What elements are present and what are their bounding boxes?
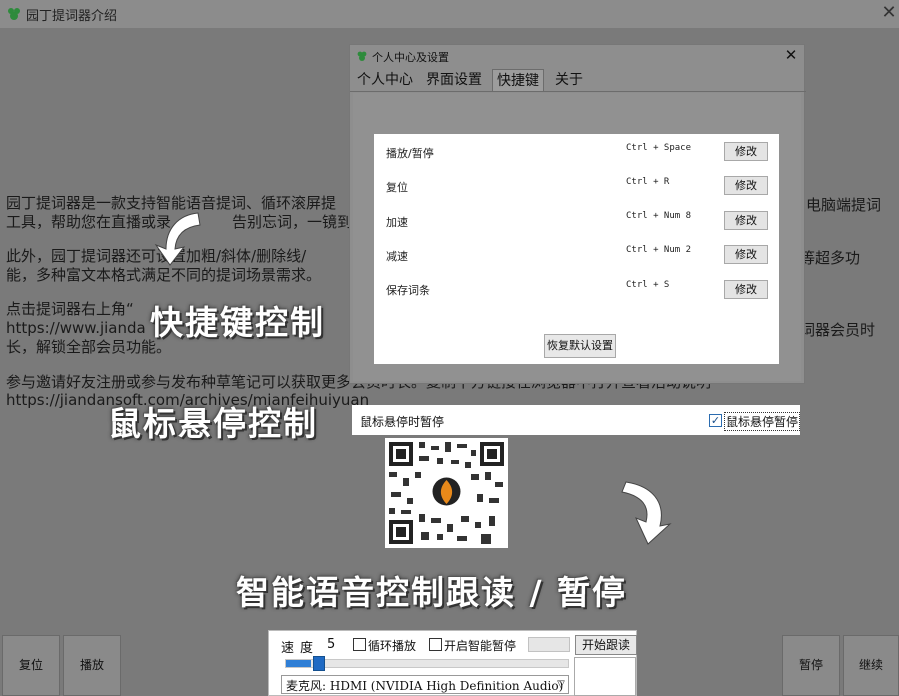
start-follow-button[interactable]: 开始跟读 (575, 635, 637, 655)
speed-slider[interactable] (285, 656, 569, 671)
close-icon[interactable]: ✕ (880, 2, 898, 24)
microphone-select[interactable]: 麦克风: HDMI (NVIDIA High Definition Audio)… (281, 675, 569, 694)
curved-arrow-icon (621, 481, 672, 545)
side-panel (574, 657, 636, 696)
intro-line: 能，多种富文本格式满足不同的提词场景需求。 (6, 266, 322, 284)
smart-pause-checkbox[interactable] (429, 638, 442, 651)
speed-slider-thumb[interactable] (313, 656, 325, 671)
shortcut-key: Ctrl + R (626, 177, 670, 187)
qr-code-image (389, 442, 504, 544)
intro-line: 词器会员时 (800, 321, 876, 339)
close-icon[interactable]: ✕ (782, 46, 800, 64)
shortcut-label: 减速 (386, 250, 408, 263)
control-panel: 速度 5 循环播放 开启智能暂停 开始跟读 麦克风: HDMI (NVIDIA … (268, 630, 637, 696)
microphone-label: 麦克风: HDMI (NVIDIA High Definition Audio) (286, 679, 564, 693)
intro-line: https://www.jianda (6, 319, 146, 337)
main-title-bar (0, 0, 899, 28)
intro-line: 告别忘词，一镜到底 (232, 213, 368, 231)
shortcut-key: Ctrl + Num 8 (626, 211, 692, 221)
caption-voice-control: 智能语音控制跟读 / 暂停 (236, 573, 628, 612)
modify-button[interactable]: 修改 (724, 280, 768, 299)
speed-label: 速度 (281, 641, 320, 656)
leaf-icon (8, 8, 20, 20)
leaf-icon (357, 51, 367, 61)
modify-button[interactable]: 修改 (724, 211, 768, 230)
caption-hover-control: 鼠标悬停控制 (108, 404, 318, 443)
tab-ui-settings[interactable]: 界面设置 (422, 69, 486, 91)
hover-pause-checkbox-label[interactable]: 鼠标悬停暂停 (723, 412, 801, 431)
hover-pause-row: 鼠标悬停时暂停 ✓ 鼠标悬停暂停 (352, 405, 801, 435)
speed-slider-fill (286, 660, 311, 667)
shortcut-key: Ctrl + S (626, 280, 670, 290)
reset-button[interactable]: 复位 (2, 635, 60, 696)
restore-defaults-button[interactable]: 恢复默认设置 (544, 334, 616, 358)
caption-shortcut-control: 快捷键控制 (150, 303, 325, 342)
loop-label: 循环播放 (368, 639, 417, 653)
tab-shortcuts[interactable]: 快捷键 (492, 69, 544, 91)
speed-value: 5 (327, 637, 336, 652)
tab-divider (350, 91, 806, 92)
intro-line: 点击提词器右上角“ (6, 300, 134, 318)
window-title: 园丁提词器介绍 (26, 9, 118, 24)
hover-pause-label: 鼠标悬停时暂停 (360, 415, 445, 429)
hover-pause-checkbox[interactable]: ✓ (709, 414, 722, 427)
shortcut-key: Ctrl + Num 2 (626, 245, 692, 255)
shortcut-label: 复位 (386, 181, 408, 194)
intro-line: 工具，帮助您在直播或录 (6, 213, 172, 231)
tab-about[interactable]: 关于 (551, 69, 587, 91)
shortcut-label: 保存词条 (386, 284, 430, 297)
play-button[interactable]: 播放 (63, 635, 121, 696)
intro-line: 长，解锁全部会员功能。 (6, 338, 172, 356)
dialog-title: 个人中心及设置 (372, 51, 449, 64)
chevron-down-icon[interactable]: ▽ (554, 676, 568, 693)
tab-personal-center[interactable]: 个人中心 (353, 69, 417, 91)
modify-button[interactable]: 修改 (724, 245, 768, 264)
modify-button[interactable]: 修改 (724, 142, 768, 161)
pause-button[interactable]: 暂停 (782, 635, 840, 696)
smart-pause-label: 开启智能暂停 (444, 639, 517, 653)
modify-button[interactable]: 修改 (724, 176, 768, 195)
status-box (528, 637, 570, 652)
curved-arrow-icon (154, 212, 201, 266)
resume-button[interactable]: 继续 (843, 635, 899, 696)
qr-code (385, 438, 508, 548)
shortcut-label: 播放/暂停 (386, 147, 434, 160)
shortcut-label: 加速 (386, 216, 408, 229)
loop-checkbox[interactable] (353, 638, 366, 651)
shortcut-panel: 播放/暂停 Ctrl + Space 修改 复位 Ctrl + R 修改 加速 … (374, 134, 779, 364)
shortcut-key: Ctrl + Space (626, 143, 692, 153)
intro-line: 电脑端提词 (806, 196, 882, 214)
intro-line: 等超多功 (800, 249, 861, 267)
